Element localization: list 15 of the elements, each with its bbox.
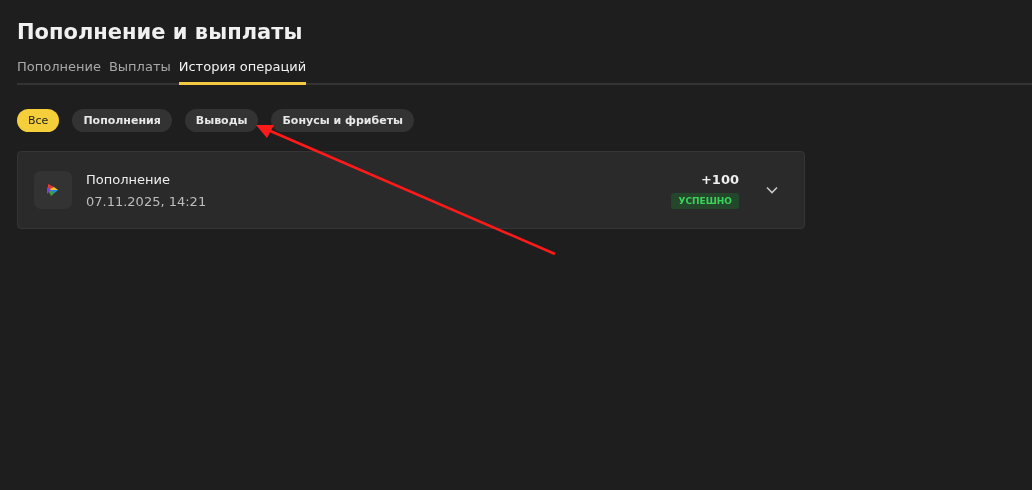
status-badge: УСПЕШНО [671,192,739,209]
operation-amount: +100 [700,171,739,187]
filter-chip[interactable]: Все [17,109,60,132]
filter-chip[interactable]: Пополнения [72,109,172,132]
filter-chip[interactable]: Выводы [184,109,259,132]
page-title: Пополнение и выплаты [17,19,304,46]
tab[interactable]: Выплаты [108,59,171,85]
chevron-icon[interactable] [766,186,778,194]
operation-date: 07.11.2025, 14:21 [86,193,208,209]
operation-name: Пополнение [86,171,171,187]
operation-card[interactable]: Пополнение 07.11.2025, 14:21 +100 УСПЕШНО [17,151,805,229]
filter-chip[interactable]: Бонусы и фрибеты [271,109,414,132]
tab[interactable]: Пополнение [17,59,101,85]
tab[interactable]: История операций [178,59,307,85]
payment-logo-icon [34,171,72,209]
